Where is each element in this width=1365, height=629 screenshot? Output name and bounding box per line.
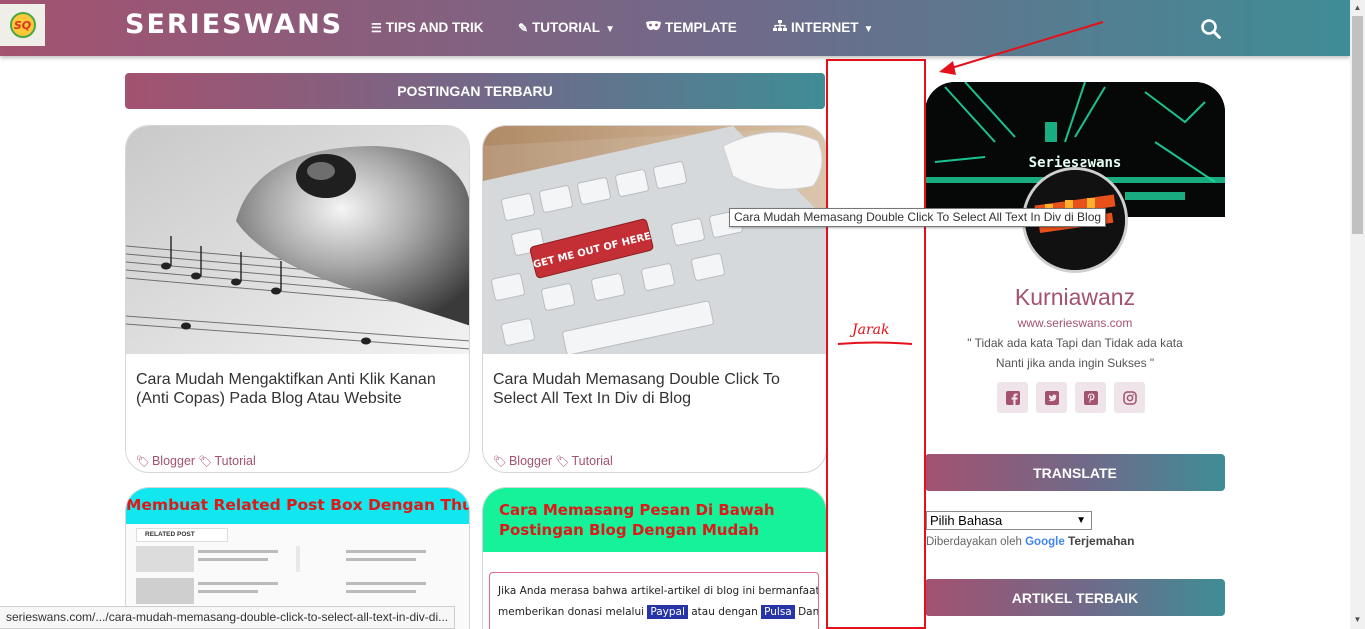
latest-posts-header: POSTINGAN TERBARU bbox=[125, 73, 825, 109]
pulsa-chip[interactable]: Pulsa bbox=[761, 605, 795, 619]
best-articles-header: ARTIKEL TERBAIK bbox=[925, 579, 1225, 616]
tag-icon: 🏷︎ bbox=[136, 456, 150, 468]
post-label-link[interactable]: Tutorial bbox=[572, 454, 613, 468]
post-card[interactable]: Cara Mudah Mengaktifkan Anti Klik Kanan … bbox=[125, 125, 470, 473]
post-label-link[interactable]: Blogger bbox=[152, 454, 195, 468]
twitter-icon bbox=[1044, 390, 1059, 405]
tag-icon: 🏷︎ bbox=[493, 456, 507, 468]
list-icon: ☰ bbox=[371, 21, 382, 35]
language-select[interactable]: Pilih Bahasa ▼ bbox=[926, 511, 1092, 530]
page-scrollbar[interactable]: ▲ ▼ bbox=[1350, 0, 1365, 629]
facebook-button[interactable] bbox=[997, 382, 1028, 413]
link-tooltip: Cara Mudah Memasang Double Click To Sele… bbox=[729, 208, 1107, 227]
nav-item-template[interactable]: TEMPLATE bbox=[646, 20, 737, 35]
translate-header: TRANSLATE bbox=[925, 454, 1225, 491]
donation-text: atau dengan bbox=[691, 606, 758, 618]
scroll-down-arrow-icon[interactable]: ▼ bbox=[1350, 612, 1365, 627]
translate-link[interactable]: Terjemahan bbox=[1068, 534, 1134, 548]
twitter-button[interactable] bbox=[1036, 382, 1067, 413]
post-banner-text: Cara Memasang Pesan Di Bawah Postingan B… bbox=[483, 488, 826, 552]
post-thumbnail[interactable]: GET ME OUT OF HERE bbox=[483, 126, 826, 354]
donation-text: memberikan donasi melalui bbox=[498, 606, 645, 618]
post-banner-text: Membuat Related Post Box Dengan Thumbnai… bbox=[126, 488, 469, 524]
post-label-link[interactable]: Blogger bbox=[509, 454, 552, 468]
scroll-up-arrow-icon[interactable]: ▲ bbox=[1350, 0, 1365, 15]
edit-icon: ✎ bbox=[518, 21, 529, 35]
profile-quote: Nanti jika anda ingin Sukses " bbox=[995, 356, 1155, 370]
related-post-heading: RELATED POST bbox=[136, 528, 228, 542]
nav-item-label: TEMPLATE bbox=[665, 20, 737, 35]
navbar: SQ SERIESWANS ☰ TIPS AND TRIK ✎ TUTORIAL ▼ … bbox=[0, 0, 1350, 56]
nav-item-tips-and-trik[interactable]: ☰ TIPS AND TRIK bbox=[371, 20, 484, 35]
pinterest-icon bbox=[1083, 390, 1098, 405]
post-title[interactable]: Cara Mudah Mengaktifkan Anti Klik Kanan … bbox=[136, 370, 461, 408]
post-thumbnail[interactable]: Cara Memasang Pesan Di Bawah Postingan B… bbox=[483, 488, 826, 629]
profile-card: Seriesƨwans Kurniawanz www.serieswans.co… bbox=[925, 82, 1225, 442]
donation-text: Jika Anda merasa bahwa artikel-artikel d… bbox=[498, 585, 819, 597]
search-icon bbox=[1201, 19, 1221, 39]
tag-icon: 🏷︎ bbox=[198, 456, 213, 468]
facebook-icon bbox=[1005, 390, 1020, 405]
post-card[interactable]: GET ME OUT OF HERE Cara Mudah Memasang D… bbox=[482, 125, 827, 473]
powered-by-google: Diberdayakan oleh Google Terjemahan bbox=[926, 534, 1134, 548]
page: SQ SERIESWANS ☰ TIPS AND TRIK ✎ TUTORIAL ▼ … bbox=[0, 0, 1365, 629]
brand-title[interactable]: SERIESWANS bbox=[125, 9, 343, 40]
related-post-heading-text: RELATED POST bbox=[145, 531, 195, 538]
browser-status-bar: serieswans.com/.../cara-mudah-memasang-d… bbox=[0, 606, 456, 629]
post-labels: 🏷︎ Blogger 🏷︎ Tutorial bbox=[136, 454, 256, 468]
logo-badge-icon: SQ bbox=[9, 12, 36, 38]
instagram-icon bbox=[1122, 390, 1137, 405]
sitemap-icon bbox=[773, 20, 787, 35]
post-labels: 🏷︎ Blogger 🏷︎ Tutorial bbox=[493, 454, 613, 468]
profile-quote: " Tidak ada kata Tapi dan Tidak ada kata bbox=[967, 336, 1183, 350]
nav-item-label: TUTORIAL bbox=[532, 20, 601, 35]
pinterest-button[interactable] bbox=[1075, 382, 1106, 413]
powered-prefix: Diberdayakan oleh bbox=[926, 536, 1022, 548]
mouse-sheet-music-image bbox=[126, 126, 469, 354]
annotation-gap-box bbox=[826, 59, 926, 629]
google-logo-text: Google bbox=[1025, 536, 1065, 548]
scroll-thumb[interactable] bbox=[1352, 16, 1363, 234]
profile-name: Kurniawanz bbox=[1014, 284, 1136, 310]
instagram-button[interactable] bbox=[1114, 382, 1145, 413]
chevron-down-icon: ▼ bbox=[605, 24, 615, 35]
post-title[interactable]: Cara Mudah Memasang Double Click To Sele… bbox=[493, 370, 818, 408]
site-logo[interactable]: SQ bbox=[0, 4, 45, 46]
nav-item-label: INTERNET bbox=[791, 20, 859, 35]
dropdown-arrow-icon: ▼ bbox=[1076, 515, 1086, 526]
post-card[interactable]: Cara Memasang Pesan Di Bawah Postingan B… bbox=[482, 487, 827, 629]
donation-line: memberikan donasi melalui Paypal atau de… bbox=[498, 602, 818, 623]
post-thumbnail[interactable] bbox=[126, 126, 469, 354]
paypal-chip[interactable]: Paypal bbox=[647, 605, 688, 619]
nav-item-tutorial[interactable]: ✎ TUTORIAL ▼ bbox=[518, 20, 615, 35]
nav-item-label: TIPS AND TRIK bbox=[385, 20, 484, 35]
mask-icon bbox=[646, 21, 661, 35]
post-label-link[interactable]: Tutorial bbox=[215, 454, 256, 468]
donation-box: Jika Anda merasa bahwa artikel-artikel d… bbox=[489, 572, 819, 629]
annotation-arrow-head bbox=[939, 61, 956, 75]
chevron-down-icon: ▼ bbox=[863, 24, 874, 35]
tag-icon: 🏷︎ bbox=[555, 456, 570, 468]
language-select-value: Pilih Bahasa bbox=[930, 513, 1003, 528]
annotation-label: Jarak bbox=[852, 322, 890, 338]
keyboard-image: GET ME OUT OF HERE bbox=[483, 126, 826, 354]
donation-text: Dana hasil dari donasi bbox=[798, 606, 819, 618]
nav-item-internet[interactable]: INTERNET ▼ bbox=[773, 20, 873, 35]
search-button[interactable] bbox=[1200, 18, 1224, 42]
profile-url[interactable]: www.serieswans.com bbox=[925, 316, 1225, 330]
